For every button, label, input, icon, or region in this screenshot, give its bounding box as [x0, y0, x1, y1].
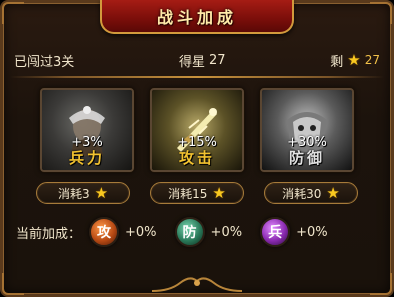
cost-buttons: 消耗3 ★ 消耗15 ★ 消耗30 ★	[36, 182, 358, 206]
star-icon: ★	[326, 184, 340, 202]
current-soldier-bonus: 兵 +0%	[260, 217, 328, 247]
attack-cost-label: 消耗15	[168, 186, 208, 201]
stages-passed-text: 已闯过3关	[14, 54, 75, 70]
frame-corner-ornament	[370, 2, 392, 24]
frame-corner-ornament	[2, 273, 24, 295]
defense-cost-button[interactable]: 消耗30 ★	[264, 182, 358, 204]
defense-badge-icon: 防	[174, 217, 205, 247]
soldier-cost-label: 消耗3	[57, 186, 90, 201]
soldier-cost-button[interactable]: 消耗3 ★	[36, 182, 130, 204]
stars-earned: 得星 27	[179, 51, 226, 70]
soldier-bonus-card[interactable]: +3% 兵力	[40, 88, 134, 172]
bonus-cards: +3% 兵力 +15% 攻击 +30% 防御	[40, 88, 354, 178]
current-attack-bonus: 攻 +0%	[89, 217, 157, 247]
current-attack-value: +0%	[125, 224, 157, 240]
title-banner: 战斗加成	[100, 0, 294, 34]
defense-label: 防御	[288, 149, 325, 167]
star-icon: ★	[212, 184, 226, 202]
attack-cost-button[interactable]: 消耗15 ★	[150, 182, 244, 204]
stars-earned-value: 27	[209, 52, 226, 68]
frame-corner-ornament	[2, 2, 24, 24]
ornament-scroll-icon	[151, 277, 243, 292]
stars-remaining: 剩 ★ 27	[330, 51, 380, 70]
attack-badge-icon: 攻	[89, 217, 120, 247]
bottom-ornament	[150, 273, 244, 293]
stats-row: 已闯过3关 得星 27 剩 ★ 27	[14, 48, 380, 72]
current-bonus-label: 当前加成：	[16, 226, 82, 242]
soldier-label: 兵力	[68, 149, 105, 167]
star-icon: ★	[94, 184, 109, 202]
frame-corner-ornament	[370, 273, 392, 295]
stars-remaining-value: 27	[364, 53, 380, 67]
soldier-badge-icon: 兵	[260, 217, 291, 247]
divider	[10, 76, 384, 78]
defense-bonus-card[interactable]: +30% 防御	[260, 88, 354, 172]
star-icon: ★	[347, 51, 361, 69]
panel-title: 战斗加成	[156, 8, 237, 27]
current-defense-bonus: 防 +0%	[174, 217, 243, 247]
stars-remaining-label: 剩	[330, 54, 344, 70]
current-soldier-value: +0%	[296, 224, 328, 240]
current-bonus-row: 当前加成： 攻 +0% 防 +0% 兵 +0%	[16, 214, 378, 250]
stages-passed: 已闯过3关	[14, 51, 74, 70]
defense-cost-label: 消耗30	[282, 186, 322, 201]
attack-bonus-card[interactable]: +15% 攻击	[150, 88, 244, 172]
attack-label: 攻击	[178, 149, 215, 167]
stars-earned-label: 得星	[178, 54, 205, 70]
current-defense-value: +0%	[210, 224, 243, 240]
